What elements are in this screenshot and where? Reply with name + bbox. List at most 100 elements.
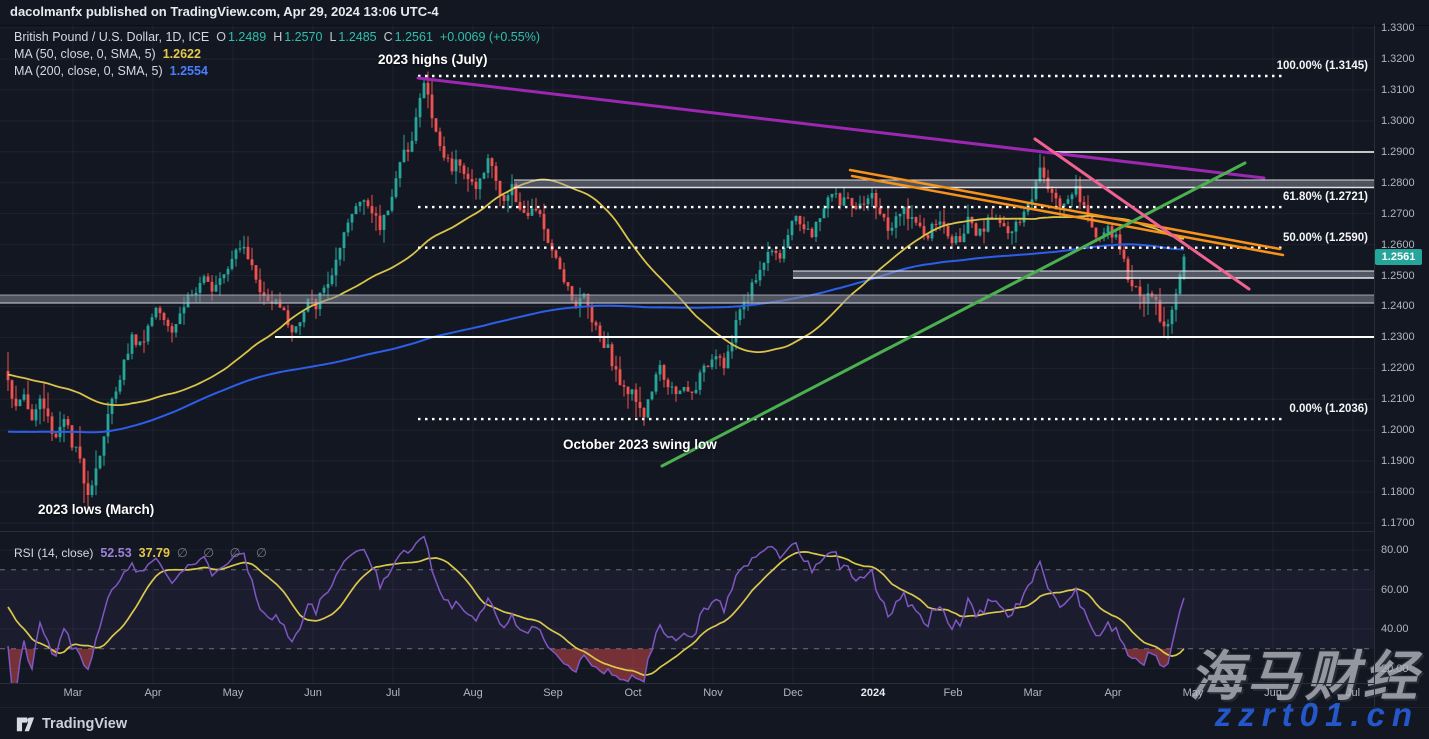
candle [807, 229, 810, 230]
candle [559, 258, 562, 270]
candle [179, 313, 182, 324]
candle [963, 234, 966, 243]
candle [355, 206, 358, 214]
publisher-line: dacolmanfx published on TradingView.com,… [10, 4, 439, 19]
candle [959, 236, 962, 242]
candle [611, 344, 614, 366]
candle [623, 385, 626, 387]
time-label: Jun [1264, 687, 1282, 699]
price-tick: 1.2900 [1381, 146, 1415, 158]
candle [443, 146, 446, 158]
candle [955, 236, 958, 243]
candle [871, 193, 874, 198]
candle [231, 259, 234, 269]
chart-plot-area[interactable] [0, 25, 1374, 683]
candle [247, 247, 250, 259]
candle [439, 132, 442, 147]
candle [1043, 168, 1046, 178]
candle [1019, 222, 1022, 223]
candle [647, 399, 650, 417]
candle [99, 456, 102, 469]
candle [119, 380, 122, 392]
candle [735, 320, 738, 343]
rsi-tick: 80.00 [1381, 544, 1409, 556]
tradingview-logo[interactable]: TradingView [16, 714, 127, 733]
candle [887, 217, 890, 230]
candle [979, 229, 982, 236]
candle [719, 356, 722, 358]
candle [291, 325, 294, 332]
candle [23, 394, 26, 399]
price-tick: 1.2800 [1381, 177, 1415, 189]
top-bar: dacolmanfx published on TradingView.com,… [0, 0, 1429, 26]
candle [419, 98, 422, 117]
candle [375, 213, 378, 215]
candle [519, 202, 522, 209]
candle [471, 179, 474, 182]
candle [1083, 202, 1086, 205]
candle [875, 193, 878, 207]
candle [95, 468, 98, 485]
candle [211, 282, 214, 292]
candle [295, 326, 298, 332]
candle [67, 419, 70, 425]
candle [771, 251, 774, 252]
candle [147, 326, 150, 342]
time-label: Mar [1024, 687, 1043, 699]
candle [815, 222, 818, 237]
candle [259, 280, 262, 293]
candle [339, 248, 342, 260]
candle [415, 117, 418, 141]
price-axis[interactable]: 1.33001.32001.31001.30001.29001.28001.27… [1374, 25, 1429, 683]
purple-downtrend[interactable] [418, 78, 1264, 178]
candle [911, 217, 914, 219]
candle [507, 195, 510, 201]
candle [19, 400, 22, 406]
candle [631, 390, 634, 395]
pane-separator[interactable] [0, 531, 1374, 532]
time-axis[interactable]: MarAprMayJunJulAugSepOctNovDec2024FebMar… [0, 684, 1374, 706]
candle [1059, 198, 1062, 206]
candle [491, 158, 494, 166]
candle [159, 308, 162, 313]
candle [839, 193, 842, 205]
candle [827, 197, 830, 208]
time-label: Jul [1346, 687, 1360, 699]
candle [543, 214, 546, 229]
candle [635, 390, 638, 402]
candle [411, 141, 414, 152]
time-label: Sep [543, 687, 563, 699]
candle [151, 317, 154, 326]
candle [1055, 193, 1058, 199]
candle [227, 269, 230, 275]
zone-1.2490[interactable] [793, 271, 1374, 278]
candle [299, 322, 302, 326]
candle [1051, 189, 1054, 193]
candle [791, 221, 794, 235]
candle [523, 209, 526, 212]
candle [111, 399, 114, 414]
candle [15, 399, 18, 406]
candle [475, 182, 478, 189]
candle [691, 392, 694, 393]
candle [239, 248, 242, 249]
candle [1123, 250, 1126, 259]
price-tick: 1.3200 [1381, 53, 1415, 65]
candle [879, 207, 882, 214]
candle [799, 216, 802, 224]
candle [591, 307, 594, 323]
zone-1.2400[interactable] [0, 295, 1374, 303]
bottom-bar: TradingView [0, 707, 1429, 739]
candle [367, 200, 370, 206]
candle [391, 197, 394, 211]
candle [535, 209, 538, 211]
candle [919, 223, 922, 226]
candle [359, 202, 362, 206]
time-label: Dec [783, 687, 803, 699]
rsi-tick: 20.00 [1381, 663, 1409, 675]
candle [55, 434, 58, 438]
candle [779, 253, 782, 259]
candle [627, 387, 630, 395]
candle [675, 387, 678, 395]
candle [615, 366, 618, 369]
